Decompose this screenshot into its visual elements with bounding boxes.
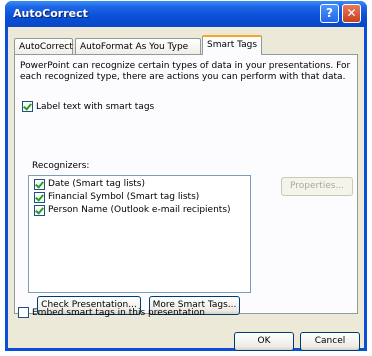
dialog-client-area: AutoCorrect AutoFormat As You Type Smart… <box>8 27 364 351</box>
title-bar[interactable]: AutoCorrect ? ✕ <box>5 1 367 27</box>
dialog-title: AutoCorrect <box>13 7 88 20</box>
recognizer-financial-label[interactable]: Financial Symbol (Smart tag lists) <box>48 192 199 202</box>
tab-autoformat-as-you-type[interactable]: AutoFormat As You Type <box>75 38 201 54</box>
label-text-label[interactable]: Label text with smart tags <box>36 102 154 112</box>
tab-smart-tags[interactable]: Smart Tags <box>202 35 262 55</box>
recognizer-person-checkbox[interactable] <box>34 205 45 216</box>
recognizer-date-checkbox[interactable] <box>34 179 45 190</box>
smart-tags-panel: PowerPoint can recognize certain types o… <box>14 54 358 315</box>
embed-smart-tags-label[interactable]: Embed smart tags in this presentation <box>32 308 205 318</box>
cancel-button[interactable]: Cancel <box>300 332 360 351</box>
recognizer-financial-checkbox[interactable] <box>34 192 45 203</box>
label-text-checkbox[interactable] <box>22 101 33 112</box>
recognizers-heading: Recognizers: <box>32 161 90 171</box>
tab-autocorrect[interactable]: AutoCorrect <box>14 38 73 54</box>
description-text: PowerPoint can recognize certain types o… <box>20 61 351 82</box>
recognizer-date-label[interactable]: Date (Smart tag lists) <box>48 179 145 189</box>
help-button[interactable]: ? <box>320 4 339 23</box>
autocorrect-dialog: AutoCorrect ? ✕ AutoCorrect AutoFormat A… <box>5 1 367 351</box>
recognizers-list[interactable]: Date (Smart tag lists) Financial Symbol … <box>28 175 251 293</box>
properties-button[interactable]: Properties... <box>281 177 353 196</box>
recognizer-person-label[interactable]: Person Name (Outlook e-mail recipients) <box>48 205 231 215</box>
close-button[interactable]: ✕ <box>342 4 361 23</box>
ok-button[interactable]: OK <box>234 332 294 351</box>
embed-smart-tags-checkbox[interactable] <box>18 307 29 318</box>
